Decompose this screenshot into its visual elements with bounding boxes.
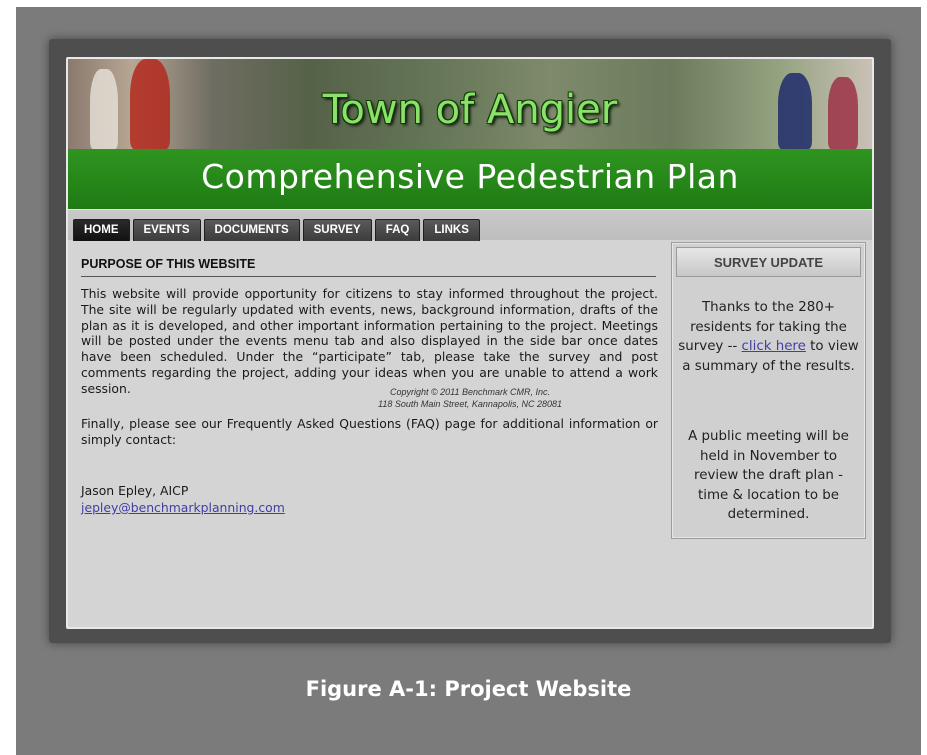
tab-survey[interactable]: SURVEY (302, 219, 372, 241)
tab-faq[interactable]: FAQ (374, 219, 421, 241)
survey-results-link[interactable]: click here (742, 339, 806, 354)
browser-frame: Town of Angier Comprehensive Pedestrian … (49, 39, 891, 643)
contact-name: Jason Epley, AICP (81, 483, 189, 498)
tab-links[interactable]: LINKS (423, 219, 480, 241)
banner-title: Town of Angier (322, 87, 618, 133)
nav-tabs: HOME EVENTS DOCUMENTS SURVEY FAQ LINKS (73, 219, 480, 241)
survey-thanks-text: Thanks to the 280+ residents for taking … (678, 298, 859, 376)
public-meeting-text: A public meeting will be held in Novembe… (688, 429, 849, 522)
tab-home[interactable]: HOME (73, 219, 130, 241)
tab-documents[interactable]: DOCUMENTS (203, 219, 300, 241)
faq-paragraph: Finally, please see our Frequently Asked… (81, 416, 658, 447)
figure-caption: Figure A-1: Project Website (305, 677, 632, 701)
nav-bar: HOME EVENTS DOCUMENTS SURVEY FAQ LINKS (68, 209, 872, 241)
survey-update-header: SURVEY UPDATE (676, 247, 861, 277)
heading-divider (81, 276, 656, 277)
sidebar: SURVEY UPDATE Thanks to the 280+ residen… (671, 242, 866, 539)
website-page: Town of Angier Comprehensive Pedestrian … (66, 57, 874, 629)
main-content: PURPOSE OF THIS WEBSITE This website wil… (68, 240, 668, 627)
section-heading: PURPOSE OF THIS WEBSITE (81, 257, 256, 271)
tab-events[interactable]: EVENTS (132, 219, 201, 241)
figure-background: Town of Angier Comprehensive Pedestrian … (16, 7, 921, 755)
purpose-paragraph: This website will provide opportunity fo… (81, 286, 658, 396)
banner-subtitle: Comprehensive Pedestrian Plan (201, 157, 739, 196)
contact-email-link[interactable]: jepley@benchmarkplanning.com (81, 500, 285, 515)
